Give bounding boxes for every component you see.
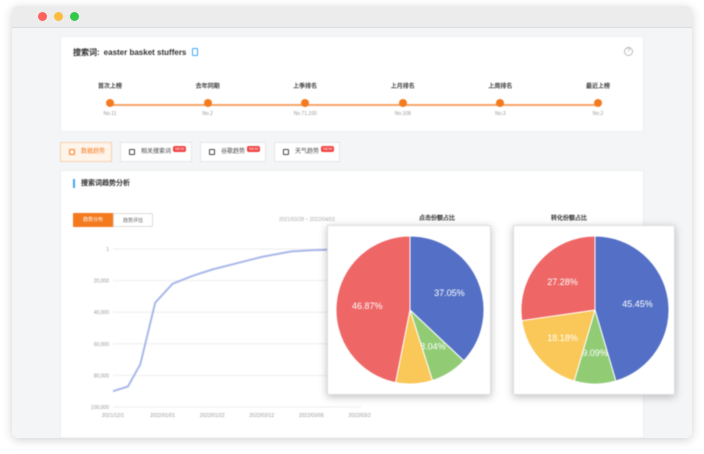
milestone-label: 首次上榜 [97, 84, 122, 90]
toggle-trend-distribution[interactable]: 趋势分布 [73, 213, 113, 227]
keyword-row: 搜索词: easter basket stuffers [73, 47, 198, 58]
rank-line-chart: 1 20,000 40,000 60,000 80,000 100,000 2021/12/… [91, 247, 371, 419]
tab-3[interactable]: 谷歌趋势NEW [200, 142, 266, 162]
new-badge: NEW [247, 146, 261, 152]
milestone-value: No.2 [592, 111, 604, 117]
milestone-label: 最近上榜 [585, 84, 610, 90]
tab-4[interactable]: 天气趋势NEW [274, 142, 340, 162]
tab-label: 天气趋势 [295, 149, 320, 155]
milestone-label: 上周排名 [488, 84, 513, 90]
close-window-button[interactable] [38, 12, 47, 21]
keyword-label: 搜索词: [73, 48, 100, 57]
tab-1[interactable]: 数据趋势 [60, 142, 112, 162]
tab-2[interactable]: 相关搜索词NEW [120, 142, 192, 162]
maximize-window-button[interactable] [70, 12, 79, 21]
x-tick-label: 2022/02/12 [249, 413, 274, 419]
y-tick-label: 1 [106, 247, 109, 253]
milestone-value: No.3 [495, 111, 506, 117]
milestone-value: No.71,100 [293, 111, 317, 117]
click-share-pie-chart: 37.05% 8.04% 46.87% [335, 235, 485, 385]
click-share-card: 37.05% 8.04% 46.87% [327, 225, 491, 395]
milestone-label: 上月排名 [390, 84, 415, 90]
y-tick-label: 60,000 [94, 342, 110, 348]
minimize-window-button[interactable] [54, 12, 63, 21]
milestone-dot[interactable] [594, 99, 602, 107]
y-tick-label: 80,000 [94, 373, 110, 379]
x-tick-label: 2022/03/05 [299, 413, 324, 419]
y-tick-label: 20,000 [94, 279, 110, 285]
milestone-label: 上季排名 [293, 84, 318, 90]
x-tick-label: 2022/01/01 [150, 413, 175, 419]
date-range: 2021/03/28 ~ 2022/04/03 [279, 217, 335, 223]
milestone-dot[interactable] [203, 99, 212, 107]
click-share-title: 点击份额占比 [418, 216, 456, 222]
milestone-dot[interactable] [496, 99, 505, 107]
tab-icon [209, 149, 215, 155]
tab-label: 数据趋势 [81, 149, 106, 155]
x-tick-label: 2022/01/22 [200, 413, 225, 419]
toggle-trend-evaluation[interactable]: 趋势评估 [113, 213, 153, 227]
tab-label: 谷歌趋势 [221, 149, 246, 155]
trend-card: 搜索词趋势分析 趋势分布 趋势评估 2021/03/28 ~ 2022/04/0… [60, 170, 675, 438]
milestone-dot[interactable] [301, 99, 310, 107]
keyword-value: easter basket stuffers [103, 48, 187, 57]
conversion-share-card: 45.45% 9.09% 18.18% 27.28% [513, 225, 675, 395]
milestone-label: 去年同期 [195, 84, 220, 90]
y-tick-label: 40,000 [94, 310, 110, 316]
section-title: 搜索词趋势分析 [73, 179, 130, 188]
rank-series-line [112, 248, 362, 393]
pie-slice-label: 37.05% [434, 288, 465, 298]
browser-window: 搜索词: easter basket stuffers ? 首次上榜 No.11 去年… [12, 6, 692, 438]
pie-slice-label: 46.87% [352, 301, 383, 311]
tab-icon [283, 149, 289, 155]
pie-slice-label: 18.18% [547, 333, 578, 343]
timeline-milestone: 首次上榜 No.11 [70, 81, 150, 117]
pie-slice-label: 9.09% [582, 348, 608, 358]
tab-icon [69, 149, 75, 155]
help-icon[interactable]: ? [624, 47, 633, 56]
timeline-milestone: 上季排名 No.71,100 [265, 81, 345, 117]
tab-icon [129, 149, 135, 155]
milestone-dot[interactable] [398, 99, 407, 107]
timeline-milestone: 上月排名 No.108 [363, 81, 443, 117]
window-titlebar [12, 6, 692, 28]
conversion-share-title: 转化份额占比 [550, 216, 588, 222]
pie-slice-label: 45.45% [622, 299, 653, 309]
tab-label: 相关搜索词 [141, 149, 172, 155]
timeline-milestone: 去年同期 No.2 [168, 81, 248, 117]
copy-icon[interactable] [191, 48, 198, 56]
conversion-share-pie-chart: 45.45% 9.09% 18.18% 27.28% [520, 235, 670, 385]
milestone-dot[interactable] [106, 99, 114, 107]
y-tick-label: 100,000 [91, 405, 109, 411]
timeline-milestone: 上周排名 No.3 [460, 81, 540, 117]
new-badge: NEW [321, 146, 335, 152]
page-content: 搜索词: easter basket stuffers ? 首次上榜 No.11 去年… [12, 28, 692, 438]
x-tick-label: 2021/12/1 [102, 413, 124, 419]
x-tick-label: 2022/03/26 [348, 413, 371, 419]
milestone-value: No.108 [394, 111, 411, 117]
timeline-milestone: 最近上榜 No.2 [558, 81, 638, 117]
milestone-value: No.2 [202, 111, 213, 117]
milestone-value: No.11 [103, 111, 117, 117]
keyword-card: 搜索词: easter basket stuffers ? 首次上榜 No.11 去年… [60, 36, 644, 132]
pie-slice-label: 27.28% [547, 277, 578, 287]
new-badge: NEW [173, 146, 187, 152]
pie-slice-label: 8.04% [420, 341, 446, 351]
